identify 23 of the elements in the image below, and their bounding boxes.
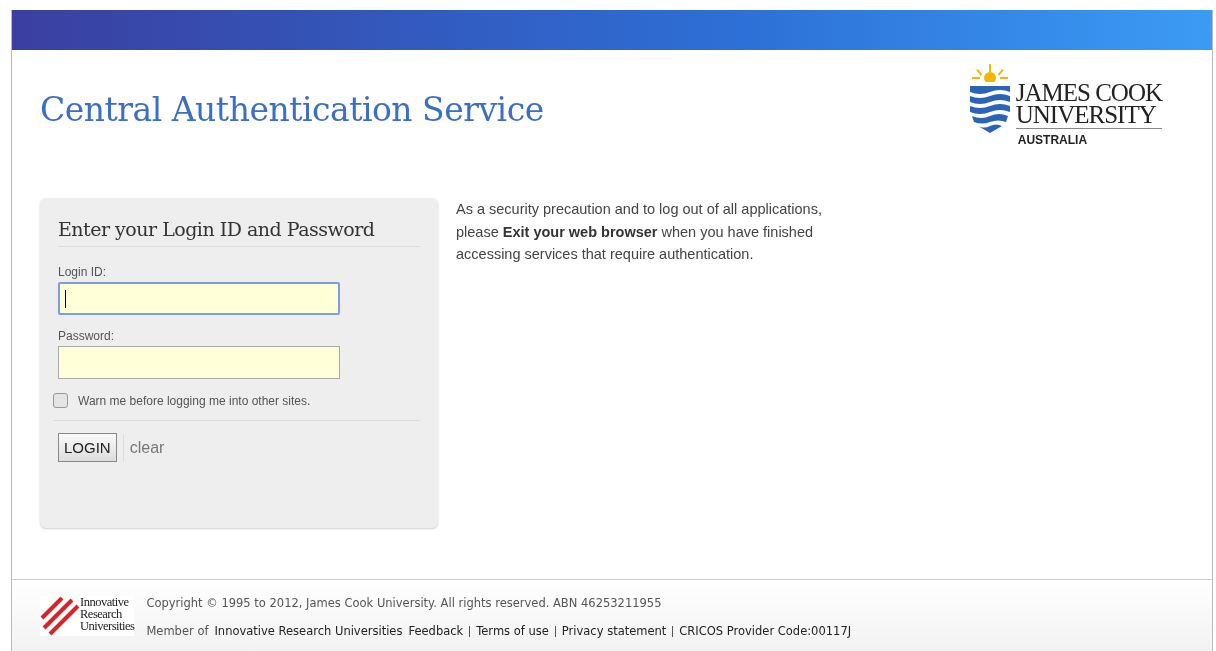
member-text: Member of <box>146 624 209 638</box>
shield-sun-icon <box>969 64 1010 134</box>
login-heading: Enter your Login ID and Password <box>58 218 420 247</box>
login-button[interactable]: LOGIN <box>58 433 117 462</box>
copyright-text: Copyright © 1995 to 2012, James Cook University. All rights reserved. ABN 46253211955 <box>146 596 663 610</box>
checkbox-label: Warn me before logging me into other sites. <box>78 394 311 408</box>
footer-link[interactable]: Innovative Research Universities <box>214 624 403 638</box>
security-notice: As a security precaution and to log out of all applications, please Exit your web browser when you have finished accessing services that require authentication. <box>456 200 823 264</box>
input-field[interactable] <box>58 346 340 379</box>
footer-link[interactable]: Privacy statement <box>561 624 667 638</box>
logo-text: JAMES COOK <box>1015 82 1162 104</box>
footer-link[interactable]: Feedback <box>408 624 464 638</box>
logo-text: UNIVERSITY <box>1015 104 1162 129</box>
footer-link[interactable]: CRICOS Provider Code:00117J <box>679 624 852 638</box>
iru-logo: Innovative Research Universities <box>40 596 135 636</box>
footer-link[interactable]: Terms of use <box>476 624 549 638</box>
field-label: Password: <box>58 329 116 343</box>
logo-text: AUSTRALIA <box>1016 133 1089 147</box>
checkbox[interactable] <box>53 393 68 408</box>
input-field[interactable] <box>58 282 340 315</box>
field-label: Login ID: <box>58 265 108 279</box>
page-title: Central Authentication Service <box>40 90 544 129</box>
clear-link[interactable]: clear <box>129 438 165 457</box>
